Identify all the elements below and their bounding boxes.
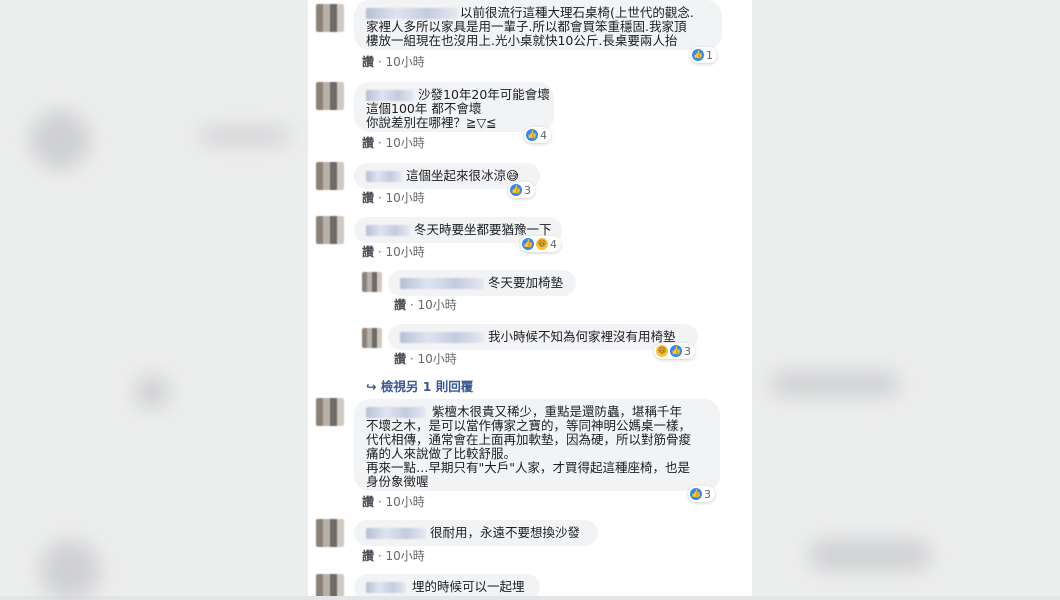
- avatar[interactable]: [316, 82, 344, 110]
- like-icon: 👍: [526, 129, 538, 141]
- reaction-count[interactable]: 👍 4: [524, 127, 551, 143]
- comment-meta: 讚 · 10小時: [362, 136, 425, 150]
- reaction-count[interactable]: 👍 3: [688, 486, 715, 502]
- comment-text: 紫檀木很貴又稀少，重點是還防蟲，堪稱千年: [432, 404, 683, 419]
- commenter-name[interactable]: [366, 171, 402, 182]
- timestamp[interactable]: 10小時: [417, 352, 456, 366]
- timestamp[interactable]: 10小時: [385, 495, 424, 509]
- comment-text: 家裡人多所以家具是用一輩子.所以都會買笨重穩固.我家頂: [366, 19, 687, 34]
- comment-text: 不壞之木，是可以當作傳家之寶的，等同神明公媽桌一樣，: [366, 418, 692, 433]
- reply-arrow-icon: ↪: [366, 379, 377, 394]
- like-icon: 👍: [670, 345, 682, 357]
- comment-bubble: 紫檀木很貴又稀少，重點是還防蟲，堪稱千年 不壞之木，是可以當作傳家之寶的，等同神…: [354, 399, 720, 491]
- timestamp[interactable]: 10小時: [417, 298, 456, 312]
- reaction-count[interactable]: 👍 😆 4: [520, 236, 561, 252]
- like-link[interactable]: 讚: [362, 495, 374, 509]
- comment-text: 埋的時候可以一起埋: [412, 579, 525, 594]
- avatar[interactable]: [362, 328, 382, 348]
- comment-text: 我小時候不知為何家裡沒有用椅墊: [488, 329, 676, 344]
- comment-bubble: 很耐用，永遠不要想換沙發: [354, 520, 598, 546]
- blurred-avatar: [40, 540, 100, 600]
- comment-meta: 讚 · 10小時: [362, 549, 425, 563]
- blurred-text: [770, 372, 900, 396]
- comment-text: 沙發10年20年可能會壞: [418, 87, 550, 102]
- like-link[interactable]: 讚: [394, 352, 406, 366]
- commenter-name[interactable]: [366, 528, 426, 539]
- blurred-avatar: [135, 375, 169, 409]
- comment-meta: 讚 · 10小時: [362, 245, 425, 259]
- reaction-count[interactable]: 👍 1: [690, 47, 717, 63]
- comment-text: 再來一點…早期只有"大戶"人家，才買得起這種座椅，也是: [366, 460, 691, 475]
- comment-text: 代代相傳，通常會在上面再加軟墊，因為硬，所以對筋骨痠: [366, 432, 692, 447]
- comment-bubble: 沙發10年20年可能會壞 這個100年 都不會壞 你說差別在哪裡？≧▽≦: [354, 82, 554, 132]
- haha-icon: 😆: [536, 238, 548, 250]
- comment-meta: 讚 · 10小時: [362, 495, 425, 509]
- timestamp[interactable]: 10小時: [385, 136, 424, 150]
- view-more-replies-link[interactable]: ↪ 檢視另 1 則回覆: [366, 376, 473, 395]
- comment-meta: 讚 · 10小時: [394, 352, 457, 366]
- avatar[interactable]: [316, 216, 344, 244]
- haha-icon: 😆: [656, 345, 668, 357]
- reply-bubble: 我小時候不知為何家裡沒有用椅墊: [388, 324, 698, 350]
- comment-text: 冬天時要坐都要猶豫一下: [414, 222, 552, 237]
- like-link[interactable]: 讚: [362, 55, 374, 69]
- avatar[interactable]: [316, 4, 344, 32]
- commenter-name[interactable]: [366, 90, 414, 101]
- comment-thread: 以前很流行這種大理石桌椅(上世代的觀念. 家裡人多所以家具是用一輩子.所以都會買…: [308, 0, 752, 596]
- comment-meta: 讚 · 10小時: [362, 55, 425, 69]
- blurred-text: [200, 128, 290, 144]
- comment-text: 痛的人來說做了比較舒服。: [366, 446, 517, 461]
- timestamp[interactable]: 10小時: [385, 55, 424, 69]
- like-icon: 👍: [690, 488, 702, 500]
- commenter-name[interactable]: [400, 278, 484, 289]
- comment-bubble: 埋的時候可以一起埋: [354, 574, 540, 596]
- avatar[interactable]: [362, 272, 382, 292]
- timestamp[interactable]: 10小時: [385, 245, 424, 259]
- commenter-name[interactable]: [366, 225, 410, 236]
- commenter-name[interactable]: [366, 407, 426, 418]
- comment-text: 這個100年 都不會壞: [366, 101, 482, 116]
- comment-meta: 讚 · 10小時: [362, 191, 425, 205]
- avatar[interactable]: [316, 162, 344, 190]
- timestamp[interactable]: 10小時: [385, 191, 424, 205]
- commenter-name[interactable]: [400, 332, 484, 343]
- commenter-name[interactable]: [366, 8, 458, 19]
- like-link[interactable]: 讚: [362, 191, 374, 205]
- like-icon: 👍: [692, 49, 704, 61]
- comment-text: 樓放一組現在也沒用上.光小桌就快10公斤.長桌要兩人抬: [366, 33, 678, 48]
- like-link[interactable]: 讚: [394, 298, 406, 312]
- like-icon: 👍: [510, 184, 522, 196]
- avatar[interactable]: [316, 519, 344, 547]
- comment-meta: 讚 · 10小時: [394, 298, 457, 312]
- reaction-count[interactable]: 😆 👍 3: [654, 343, 695, 359]
- blurred-text: [810, 540, 930, 570]
- reply-bubble: 冬天要加椅墊: [388, 270, 576, 296]
- comment-text: 很耐用，永遠不要想換沙發: [430, 525, 581, 540]
- comment-text: 你說差別在哪裡？≧▽≦: [366, 115, 497, 130]
- avatar[interactable]: [316, 574, 344, 596]
- timestamp[interactable]: 10小時: [385, 549, 424, 563]
- commenter-name[interactable]: [366, 582, 406, 593]
- comment-text: 這個坐起來很冰涼😅: [406, 168, 520, 183]
- comment-text: 以前很流行這種大理石桌椅(上世代的觀念.: [460, 5, 694, 20]
- blurred-avatar: [30, 110, 90, 170]
- comment-text: 冬天要加椅墊: [488, 275, 564, 290]
- like-link[interactable]: 讚: [362, 136, 374, 150]
- comment-bubble: 以前很流行這種大理石桌椅(上世代的觀念. 家裡人多所以家具是用一輩子.所以都會買…: [354, 0, 722, 50]
- reaction-count[interactable]: 👍 3: [508, 182, 535, 198]
- like-icon: 👍: [522, 238, 534, 250]
- like-link[interactable]: 讚: [362, 245, 374, 259]
- comment-text: 身份象徵喔: [366, 474, 429, 489]
- avatar[interactable]: [316, 398, 344, 426]
- like-link[interactable]: 讚: [362, 549, 374, 563]
